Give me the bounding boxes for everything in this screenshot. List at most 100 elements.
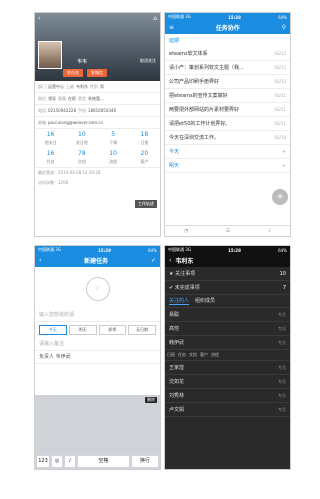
add-task-button[interactable]: + <box>272 189 288 205</box>
person-name: 韩伊武 <box>169 340 185 346</box>
star-icon: ★ <box>169 271 174 277</box>
task-item[interactable]: 请把et50的工作计划弄好。 03/11 <box>165 117 290 131</box>
action-daily-report[interactable]: 日报 <box>167 352 175 358</box>
action-task[interactable]: 任务 <box>178 352 186 358</box>
stat-value: 16 <box>46 150 55 157</box>
back-icon[interactable]: ‹ <box>39 257 41 264</box>
unfinished-label: 未完成事项 <box>174 285 200 291</box>
home-icon[interactable]: ⌂ <box>153 15 157 22</box>
stat-value: 20 <box>140 150 149 157</box>
task-input[interactable]: 输入您想说的话 <box>35 309 160 322</box>
post-value: 领导 <box>48 95 56 101</box>
section-today[interactable]: 今天 + <box>165 145 290 159</box>
tab-bar: ◔ ☰ ♪ <box>165 225 290 236</box>
section-today-label: 今天 <box>169 149 180 155</box>
task-item[interactable]: 两要把外部网站的片素材要弄好 03/11 <box>165 103 290 117</box>
mobile-value[interactable]: 18616650346 <box>88 108 116 113</box>
stat-label: 他关注 <box>44 140 57 145</box>
clock: 15:28 <box>228 14 241 20</box>
owner-row[interactable]: 负责人 韦伊武 <box>35 351 160 364</box>
chat-icon[interactable]: ◔ <box>184 228 188 234</box>
chip-no-date[interactable]: 无日期 <box>128 325 156 335</box>
visit-count: 访问次数：1206 <box>38 180 69 185</box>
tab-followed-people[interactable]: 关注的人 <box>169 297 190 305</box>
person-row[interactable]: 韩伊武 专员 <box>165 336 290 350</box>
confirm-icon[interactable]: ✓ <box>151 257 156 264</box>
task-date: 03/11 <box>274 93 286 98</box>
page-title: 任务协作 <box>215 25 240 32</box>
send-message-button[interactable]: 发微信 <box>87 69 107 77</box>
chip-soon[interactable]: 即将 <box>98 325 127 335</box>
unfollow-button[interactable]: 取消关注 <box>140 58 156 64</box>
task-item[interactable]: 把eteams的宣传文案做好 03/11 <box>165 89 290 103</box>
globe-icon[interactable]: ◎ <box>52 455 62 467</box>
tab-org-members[interactable]: 组织成员 <box>195 297 215 305</box>
task-list-screen: 中国联通 3G 15:28 64% ≡ 任务协作 ⚲ 延期 eteams软文体系 03… <box>164 12 291 237</box>
unfinished-items-row[interactable]: ✔ 未完成事项 7 <box>165 281 290 295</box>
send-task-button[interactable]: 发任务 <box>63 69 83 77</box>
mic-icon[interactable]: ♪ <box>268 228 271 234</box>
person-row[interactable]: 王家煌 专员 <box>165 361 290 375</box>
person-name: 沈如龙 <box>169 379 185 385</box>
back-icon[interactable]: ‹ <box>169 257 171 264</box>
task-title: 今天在深圳交流工作。 <box>169 135 220 141</box>
section-overdue[interactable]: 延期 <box>165 34 290 47</box>
direct-value: 在职 <box>68 95 76 101</box>
battery: 64% <box>278 14 287 20</box>
followed-items-row[interactable]: ★ 关注事项 10 <box>165 267 290 281</box>
stat-item[interactable]: 78 文档 <box>66 148 97 167</box>
person-name: 高恺 <box>169 326 180 332</box>
person-title: 专员 <box>278 339 286 345</box>
stat-item[interactable]: 10 流程 <box>98 148 129 167</box>
add-icon[interactable]: + <box>282 149 286 155</box>
delete-key[interactable]: 删除 <box>145 397 157 403</box>
filter-icon[interactable]: ⚲ <box>282 24 286 31</box>
person-row[interactable]: 高恺 专员 <box>165 322 290 336</box>
person-row[interactable]: 沈如龙 专员 <box>165 375 290 389</box>
stat-item[interactable]: 16 任务 <box>35 148 66 167</box>
navbar: ‹ 新建任务 ✓ <box>35 254 160 267</box>
task-date: 03/11 <box>274 121 286 126</box>
space-key[interactable]: 空格 <box>78 455 129 467</box>
profile-screen: ‹ ⌂ 韦韦 取消关注 发任务 发微信 部门 运营中心 上级 韦利东 性别男 岗位领… <box>34 12 161 237</box>
num-key[interactable]: 123 <box>37 455 49 467</box>
stat-label: 客户 <box>140 159 149 164</box>
list-icon[interactable]: ☰ <box>226 228 230 234</box>
return-key[interactable]: 换行 <box>132 455 158 467</box>
stat-value: 16 <box>46 131 55 138</box>
action-customer[interactable]: 客户 <box>200 352 208 358</box>
mic-key-icon[interactable]: ♪ <box>65 455 75 467</box>
person-row[interactable]: 卢文娟 专员 <box>165 403 290 417</box>
task-item[interactable]: 公司产品印刷手册弄好 03/12 <box>165 75 290 89</box>
stat-item[interactable]: 10 关注他 <box>66 129 97 148</box>
stat-item[interactable]: 20 客户 <box>129 148 160 167</box>
post-label: 岗位 <box>38 95 46 101</box>
stat-item[interactable]: 16 他关注 <box>35 129 66 148</box>
stat-label: 关注他 <box>75 140 88 145</box>
chip-today[interactable]: 今天 <box>39 325 67 335</box>
note-input[interactable]: 请输入备注 <box>35 338 160 351</box>
person-row[interactable]: 刘秀林 专员 <box>165 389 290 403</box>
back-icon[interactable]: ‹ <box>38 15 40 22</box>
action-document[interactable]: 文档 <box>189 352 197 358</box>
task-item[interactable]: 今天在深圳交流工作。 03/10 <box>165 131 290 145</box>
section-tomorrow[interactable]: 明天 + <box>165 159 290 173</box>
voice-input-button[interactable]: ♪ <box>85 277 110 301</box>
menu-icon[interactable]: ≡ <box>169 24 174 31</box>
task-item[interactable]: 请小产：策划系列软文主题（我... 03/12 <box>165 61 290 75</box>
chip-tomorrow[interactable]: 明天 <box>68 325 97 335</box>
person-row[interactable]: 易聪 专员 <box>165 308 290 322</box>
page-title: 新建任务 <box>84 258 109 265</box>
task-item[interactable]: eteams软文体系 03/12 <box>165 47 290 61</box>
stat-item[interactable]: 5 下属 <box>98 129 129 148</box>
action-workflow[interactable]: 流程 <box>211 352 219 358</box>
task-date: 03/12 <box>274 79 286 84</box>
phone-value[interactable]: 02150942228 <box>48 108 76 113</box>
last-login: 最近登录：2014-03-28 14:20:28 <box>38 170 101 175</box>
task-title: 请把et50的工作计划弄好。 <box>169 121 231 127</box>
work-track-button[interactable]: 工作轨迹 <box>135 200 157 208</box>
email-value[interactable]: paul.xiong@weaver.com.cn <box>48 120 103 125</box>
mic-icon: ♪ <box>95 286 100 292</box>
stat-item[interactable]: 18 日报 <box>129 129 160 148</box>
add-icon[interactable]: + <box>282 163 286 169</box>
